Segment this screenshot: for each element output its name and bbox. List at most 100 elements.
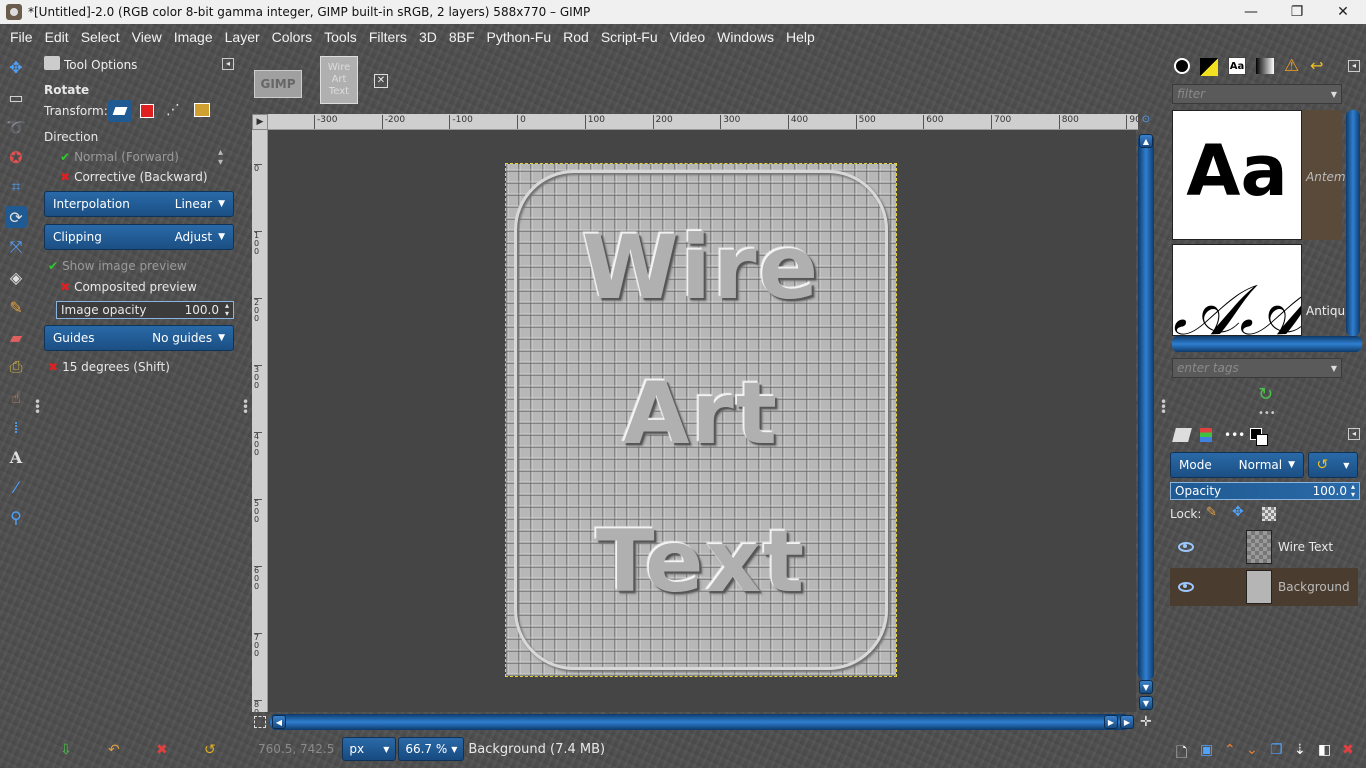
direction-stepper-icon[interactable]: ▴ ▾ [218, 148, 223, 168]
visibility-eye-icon[interactable] [1178, 582, 1194, 592]
layer-opacity-slider[interactable]: Opacity 100.0 ▴ ▾ [1170, 482, 1360, 500]
smudge-tool-icon[interactable]: ☝ [5, 386, 27, 408]
menu-rod[interactable]: Rod [557, 29, 595, 45]
layer-row-background[interactable]: Background [1170, 568, 1358, 606]
fonts-vertical-scrollbar[interactable] [1346, 110, 1360, 336]
unit-selector[interactable]: px ▼ [342, 737, 397, 761]
fonts-horizontal-scrollbar[interactable] [1172, 336, 1362, 352]
direction-normal-option[interactable]: ✔ Normal (Forward) [60, 150, 179, 164]
fonts-tab-icon[interactable]: Aa [1228, 57, 1246, 75]
image-tab-gimp[interactable]: GIMP [254, 70, 302, 98]
menu-help[interactable]: Help [780, 29, 821, 45]
font-preview-2[interactable]: 𝒜𝒜 [1172, 244, 1302, 336]
save-options-icon[interactable]: ⇩ [60, 742, 72, 758]
menu-windows[interactable]: Windows [711, 29, 780, 45]
scroll-left-button[interactable]: ◀ [272, 715, 286, 729]
layer-mode-dropdown[interactable]: Mode Normal ▼ [1170, 452, 1304, 478]
horizontal-scrollbar[interactable] [270, 714, 1130, 730]
menu-script-fu[interactable]: Script-Fu [595, 29, 664, 45]
image-canvas[interactable]: Wire Art Text [268, 130, 1136, 712]
lower-layer-icon[interactable]: ⌄ [1246, 742, 1258, 758]
vertical-ruler[interactable]: 0 100 200 300 400 500 600 700 800 [252, 130, 268, 712]
clone-tool-icon[interactable]: ⎙ [5, 356, 27, 378]
layers-tab-icon[interactable] [1172, 428, 1192, 442]
patterns-tab-icon[interactable] [1200, 58, 1218, 76]
panel-menu-icon[interactable]: ◂ [222, 58, 234, 70]
transform-selection-button[interactable] [140, 104, 154, 118]
composite-mode-button[interactable]: ↺ ▼ [1308, 452, 1358, 478]
toggle-quick-mask-icon[interactable] [254, 716, 266, 728]
dock-grip-icon[interactable]: ••• [1258, 408, 1276, 419]
clipping-dropdown[interactable]: Clipping Adjust ▼ [44, 224, 234, 250]
duplicate-layer-icon[interactable]: ❐ [1270, 742, 1283, 758]
menu-python-fu[interactable]: Python-Fu [481, 29, 558, 45]
interpolation-dropdown[interactable]: Interpolation Linear ▼ [44, 191, 234, 217]
transform-path-button[interactable]: ⋰ [166, 102, 180, 118]
bg-color-icon[interactable] [1256, 434, 1268, 446]
menu-select[interactable]: Select [75, 29, 126, 45]
lock-alpha-icon[interactable] [1262, 507, 1276, 521]
menu-filters[interactable]: Filters [363, 29, 413, 45]
delete-layer-icon[interactable]: ✖ [1342, 742, 1354, 758]
menu-file[interactable]: File [4, 29, 39, 45]
scroll-right-button[interactable]: ▶ [1104, 715, 1118, 729]
move-tool-icon[interactable]: ✥ [5, 56, 27, 78]
stepper-icon[interactable]: ▴ ▾ [1351, 483, 1355, 499]
rotate-tool-icon[interactable]: ⟳ [5, 206, 27, 228]
scroll-down-button-2[interactable]: ▼ [1139, 696, 1153, 710]
brushes-tab-icon[interactable] [1174, 58, 1190, 74]
dock-grip-icon[interactable]: ••• [242, 396, 249, 418]
vertical-scrollbar[interactable] [1138, 134, 1154, 680]
bucket-fill-tool-icon[interactable]: ◈ [5, 266, 27, 288]
font-preview-1[interactable]: Aa [1172, 110, 1302, 240]
menu-colors[interactable]: Colors [266, 29, 318, 45]
undo-history-tab-icon[interactable]: ↩ [1310, 56, 1323, 75]
transform-layer-button[interactable] [108, 100, 132, 122]
guides-dropdown[interactable]: Guides No guides ▼ [44, 325, 234, 351]
new-layer-icon[interactable]: 🗋 [1176, 742, 1187, 766]
navigate-icon[interactable]: ✛ [1140, 714, 1152, 730]
menu-image[interactable]: Image [168, 29, 219, 45]
menu-3d[interactable]: 3D [413, 29, 443, 45]
rect-select-tool-icon[interactable]: ▭ [5, 86, 27, 108]
crop-tool-icon[interactable]: ⌗ [5, 176, 27, 198]
close-tab-icon[interactable]: ✕ [374, 74, 388, 88]
layer-mask-icon[interactable]: ◧ [1318, 742, 1331, 758]
lock-pixels-icon[interactable]: ✎ [1206, 505, 1217, 520]
paths-tool-icon[interactable]: ⁞ [5, 416, 27, 438]
direction-corrective-option[interactable]: ✖ Corrective (Backward) [60, 170, 208, 184]
quick-mask-menu-icon[interactable]: ▶ [252, 114, 268, 130]
visibility-eye-icon[interactable] [1178, 542, 1194, 552]
panel-menu-icon[interactable]: ◂ [1348, 428, 1360, 440]
scroll-up-button[interactable]: ▲ [1139, 134, 1153, 148]
channels-tab-icon[interactable] [1200, 428, 1212, 442]
font-filter-input[interactable]: filter ▼ [1172, 84, 1342, 104]
minimize-button[interactable]: — [1228, 0, 1274, 24]
reset-options-icon[interactable]: ↺ [204, 742, 216, 758]
lock-position-icon[interactable]: ✥ [1232, 504, 1244, 520]
new-layer-group-icon[interactable]: ▣ [1200, 742, 1213, 758]
warp-transform-tool-icon[interactable]: ⤧ [5, 236, 27, 258]
panel-menu-icon[interactable]: ◂ [1348, 60, 1360, 72]
zoom-fit-icon[interactable]: ⊙ [1140, 114, 1152, 130]
scroll-right-button-2[interactable]: ▶ [1120, 715, 1134, 729]
color-picker-tool-icon[interactable]: ⁄ [5, 476, 27, 498]
restore-options-icon[interactable]: ↶ [108, 742, 120, 758]
delete-options-icon[interactable]: ✖ [156, 742, 168, 758]
eraser-tool-icon[interactable]: ▰ [5, 326, 27, 348]
refresh-fonts-icon[interactable]: ↻ [1258, 384, 1273, 405]
gradients-tab-icon[interactable] [1256, 58, 1274, 74]
horizontal-ruler[interactable]: -300 -200 -100 0 100 200 300 400 500 600 700 800 900 [268, 114, 1138, 130]
image-tab-wire-art-text[interactable]: Wire Art Text [320, 56, 358, 104]
merge-layer-icon[interactable]: ⇣ [1294, 742, 1306, 758]
raise-layer-icon[interactable]: ⌃ [1224, 742, 1236, 758]
paintbrush-tool-icon[interactable]: ✎ [5, 296, 27, 318]
transform-image-button[interactable] [194, 103, 210, 117]
menu-video[interactable]: Video [664, 29, 712, 45]
zoom-selector[interactable]: 66.7 % ▼ [398, 737, 465, 761]
menu-layer[interactable]: Layer [219, 29, 266, 45]
tool-options-tab-icon[interactable] [44, 56, 60, 70]
fuzzy-select-tool-icon[interactable]: ✪ [5, 146, 27, 168]
text-tool-icon[interactable]: A [5, 446, 27, 468]
warning-tab-icon[interactable]: ⚠ [1284, 56, 1299, 76]
